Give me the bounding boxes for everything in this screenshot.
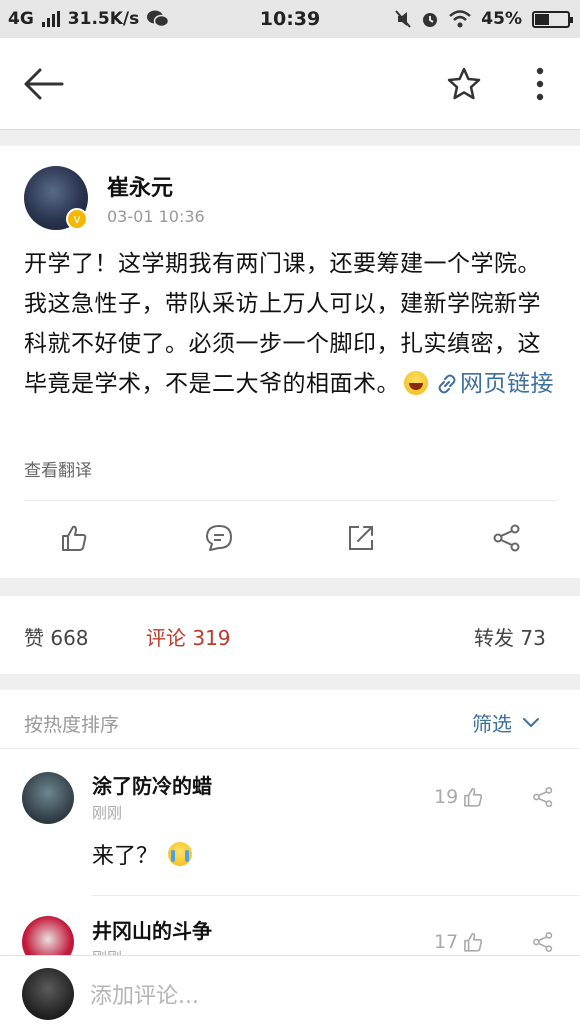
share-icon [533,932,553,952]
status-bar: 4G 31.5K/s 10:39 45% [0,0,580,38]
star-icon [447,67,481,100]
laughing-emoji-icon [404,371,428,395]
post-body: 开学了！这学期我有两门课，还要筹建一个学院。我这急性子，带队采访上万人可以，建新… [24,244,556,404]
comment-text: 来了？ [92,838,193,870]
forward-button[interactable] [341,518,381,558]
commenter-name[interactable]: 井冈山的斗争 [92,915,212,944]
author-name[interactable]: 崔永元 [107,170,173,202]
commenter-avatar[interactable] [22,916,74,960]
more-vertical-icon [536,67,544,101]
reposts-label: 转发 [474,626,514,650]
like-icon [464,932,483,952]
like-icon [62,525,87,551]
arrow-left-icon [24,68,64,100]
post-card: v 崔永元 03-01 10:36 开学了！这学期我有两门课，还要筹建一个学院。… [0,146,580,578]
divider [24,500,556,501]
divider [0,748,580,749]
likes-count: 668 [50,626,89,650]
battery-icon [532,10,573,28]
comment-like-button[interactable]: 19 [434,786,484,808]
reposts-count: 73 [520,626,546,650]
battery-percent: 45% [481,9,522,29]
commenter-avatar[interactable] [22,772,74,824]
comment-time: 刚刚 [92,804,123,822]
comment-button[interactable] [199,518,239,558]
comment-share-button[interactable] [532,786,554,812]
share-icon [493,524,520,552]
divider [92,895,580,896]
comments-stat[interactable]: 评论 319 [146,622,231,651]
commenter-name[interactable]: 涂了防冷的蜡 [92,770,212,799]
verified-badge-icon: v [66,208,88,230]
more-button[interactable] [524,64,556,104]
alarm-icon [423,13,438,27]
comment-like-count: 17 [434,931,459,953]
comment-share-button[interactable] [532,931,554,957]
comment-input[interactable]: 添加评论... [90,978,199,1010]
app-bar [0,38,580,130]
comment-like-count: 19 [434,786,459,808]
like-button[interactable] [54,518,94,558]
crying-emoji-icon [168,842,193,866]
link-icon [438,374,456,394]
share-button[interactable] [487,518,527,558]
filter-button[interactable]: 筛选 [472,708,540,737]
comment-like-button[interactable]: 17 [434,931,484,953]
like-icon [464,787,483,807]
comments-section: 按热度排序 筛选 涂了防冷的蜡 刚刚 19 来了？ 井冈山的斗争 刚刚 17 [0,690,580,960]
comments-count: 319 [192,626,231,650]
web-link-label: 网页链接 [460,371,554,397]
post-timestamp: 03-01 10:36 [107,207,205,226]
sort-by-hot[interactable]: 按热度排序 [24,710,119,737]
filter-label: 筛选 [472,712,512,736]
status-right: 45% [395,9,573,29]
back-button[interactable] [22,66,66,102]
share-icon [533,787,553,807]
mute-icon [395,10,412,28]
web-link[interactable]: 网页链接 [432,371,554,397]
reposts-stat[interactable]: 转发 73 [474,622,546,651]
comment-text-content: 来了？ [92,844,159,869]
chevron-down-icon [523,717,539,727]
favorite-button[interactable] [444,64,484,104]
comment-composer: 添加评论... [0,955,580,1031]
translate-link[interactable]: 查看翻译 [24,456,92,481]
likes-stat[interactable]: 赞 668 [24,622,89,651]
stats-bar: 赞 668 评论 319 转发 73 [0,596,580,674]
likes-label: 赞 [24,626,44,650]
wifi-icon [449,10,472,28]
comments-label: 评论 [146,626,186,650]
comment-icon [206,525,232,551]
my-avatar [22,968,74,1020]
forward-icon [349,526,373,550]
